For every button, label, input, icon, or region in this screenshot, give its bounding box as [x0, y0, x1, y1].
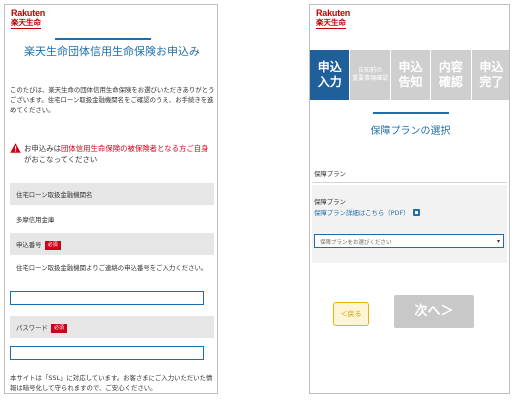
progress-steps: 申込 入力 告知前の 重要事項確認 申込 告知 内容 確認 申込 完了	[310, 50, 509, 100]
plan-selection-title: 保障プランの選択	[370, 126, 451, 137]
notice-text: お申込みは団体信用生命保険の被保険者となる方ご自身がおこなってください	[24, 143, 214, 165]
logo-underline	[11, 27, 41, 29]
section-label: 保障プラン	[314, 170, 346, 178]
notice-text-after: がおこなってください	[24, 155, 98, 164]
plan-label: 保障プラン	[314, 198, 346, 206]
password-label: パスワード 必須	[16, 323, 67, 333]
bank-name-row: 多摩信用金庫	[10, 206, 214, 232]
app-number-help-row: 住宅ローン取扱金融機関よりご連絡の申込番号をご入力ください。	[10, 263, 214, 285]
back-button[interactable]: ＜戻る	[333, 302, 369, 326]
step-disclosure: 申込 告知	[390, 50, 431, 100]
step-3-line2: 告知	[398, 75, 423, 89]
plan-detail-link-text[interactable]: 保障プラン詳細はこちら（PDF）	[314, 209, 410, 217]
step-application-input: 申込 入力	[310, 50, 350, 100]
password-header-row: パスワード 必須	[10, 316, 214, 338]
logo-text-ja: 楽天生命	[11, 18, 41, 27]
logo-text-ja-right: 楽天生命	[316, 18, 346, 27]
notice-text-highlight: 団体信用生命保険の被保険者となる方ご自身	[60, 144, 209, 153]
required-badge-password: 必須	[50, 324, 67, 333]
step-complete: 申込 完了	[471, 50, 509, 100]
next-button[interactable]: 次へ＞	[394, 295, 474, 328]
step-pre-disclosure-confirm: 告知前の 重要事項確認	[350, 50, 390, 100]
step-4-line2: 確認	[438, 75, 463, 89]
application-number-input[interactable]	[10, 291, 204, 305]
notice: お申込みは団体信用生命保険の被保険者となる方ご自身がおこなってください	[10, 143, 215, 167]
step-2-line1: 告知前の	[358, 67, 383, 74]
app-number-header-row: 申込番号 必須	[10, 233, 214, 255]
title-accent-bar-right	[373, 112, 449, 114]
left-screen: Rakuten 楽天生命 楽天生命団体信用生命保険お申込み このたびは、楽天生命…	[4, 4, 218, 394]
logo-text-en: Rakuten	[11, 8, 46, 18]
step-4-line1: 内容	[438, 60, 463, 74]
bank-header-label: 住宅ローン取扱金融機関名	[16, 191, 93, 199]
pdf-icon[interactable]	[412, 209, 420, 216]
logo-underline-right	[316, 27, 346, 29]
warning-icon	[10, 143, 21, 153]
plan-select-value: 保障プランをお選びください	[320, 240, 392, 246]
ssl-note: 本サイトは「SSL」に対応しています。お客さまにご入力いただいた情報は暗号化して…	[10, 374, 213, 392]
page-title: 楽天生命団体信用生命保険お申込み	[24, 45, 200, 58]
step-1-line2: 入力	[317, 75, 342, 89]
step-5-line1: 申込	[479, 60, 504, 74]
required-badge: 必須	[44, 241, 61, 250]
bank-name: 多摩信用金庫	[16, 216, 55, 224]
notice-text-before: お申込みは	[24, 144, 61, 153]
password-label-text: パスワード	[16, 324, 48, 332]
password-input[interactable]	[10, 346, 204, 360]
app-number-label: 申込番号 必須	[16, 240, 61, 250]
step-5-line2: 完了	[479, 75, 504, 89]
app-number-help: 住宅ローン取扱金融機関よりご連絡の申込番号をご入力ください。	[16, 264, 208, 272]
rakuten-logo: Rakuten 楽天生命	[11, 9, 45, 29]
intro-text: このたびは、楽天生命の団体信用生命保険をお選びいただきありがとうございます。住宅…	[10, 86, 215, 114]
app-number-label-text: 申込番号	[16, 241, 42, 249]
step-1-line1: 申込	[317, 60, 342, 74]
rakuten-logo-right: Rakuten 楽天生命	[316, 9, 350, 29]
title-accent-bar	[55, 38, 151, 40]
plan-detail-link[interactable]: 保障プラン詳細はこちら（PDF）	[314, 208, 420, 217]
chevron-down-icon: ▾	[496, 238, 500, 245]
logo-text-en-right: Rakuten	[316, 8, 351, 18]
plan-select[interactable]: 保障プランをお選びください ▾	[314, 234, 504, 248]
section-divider	[312, 182, 507, 183]
step-2-line2: 重要事項確認	[352, 75, 389, 82]
step-content-confirm: 内容 確認	[431, 50, 471, 100]
step-3-line1: 申込	[398, 60, 423, 74]
bank-header-row: 住宅ローン取扱金融機関名	[10, 183, 214, 205]
right-screen: Rakuten 楽天生命 申込 入力 告知前の 重要事項確認 申込 告知 内容 確認 申…	[309, 4, 510, 394]
